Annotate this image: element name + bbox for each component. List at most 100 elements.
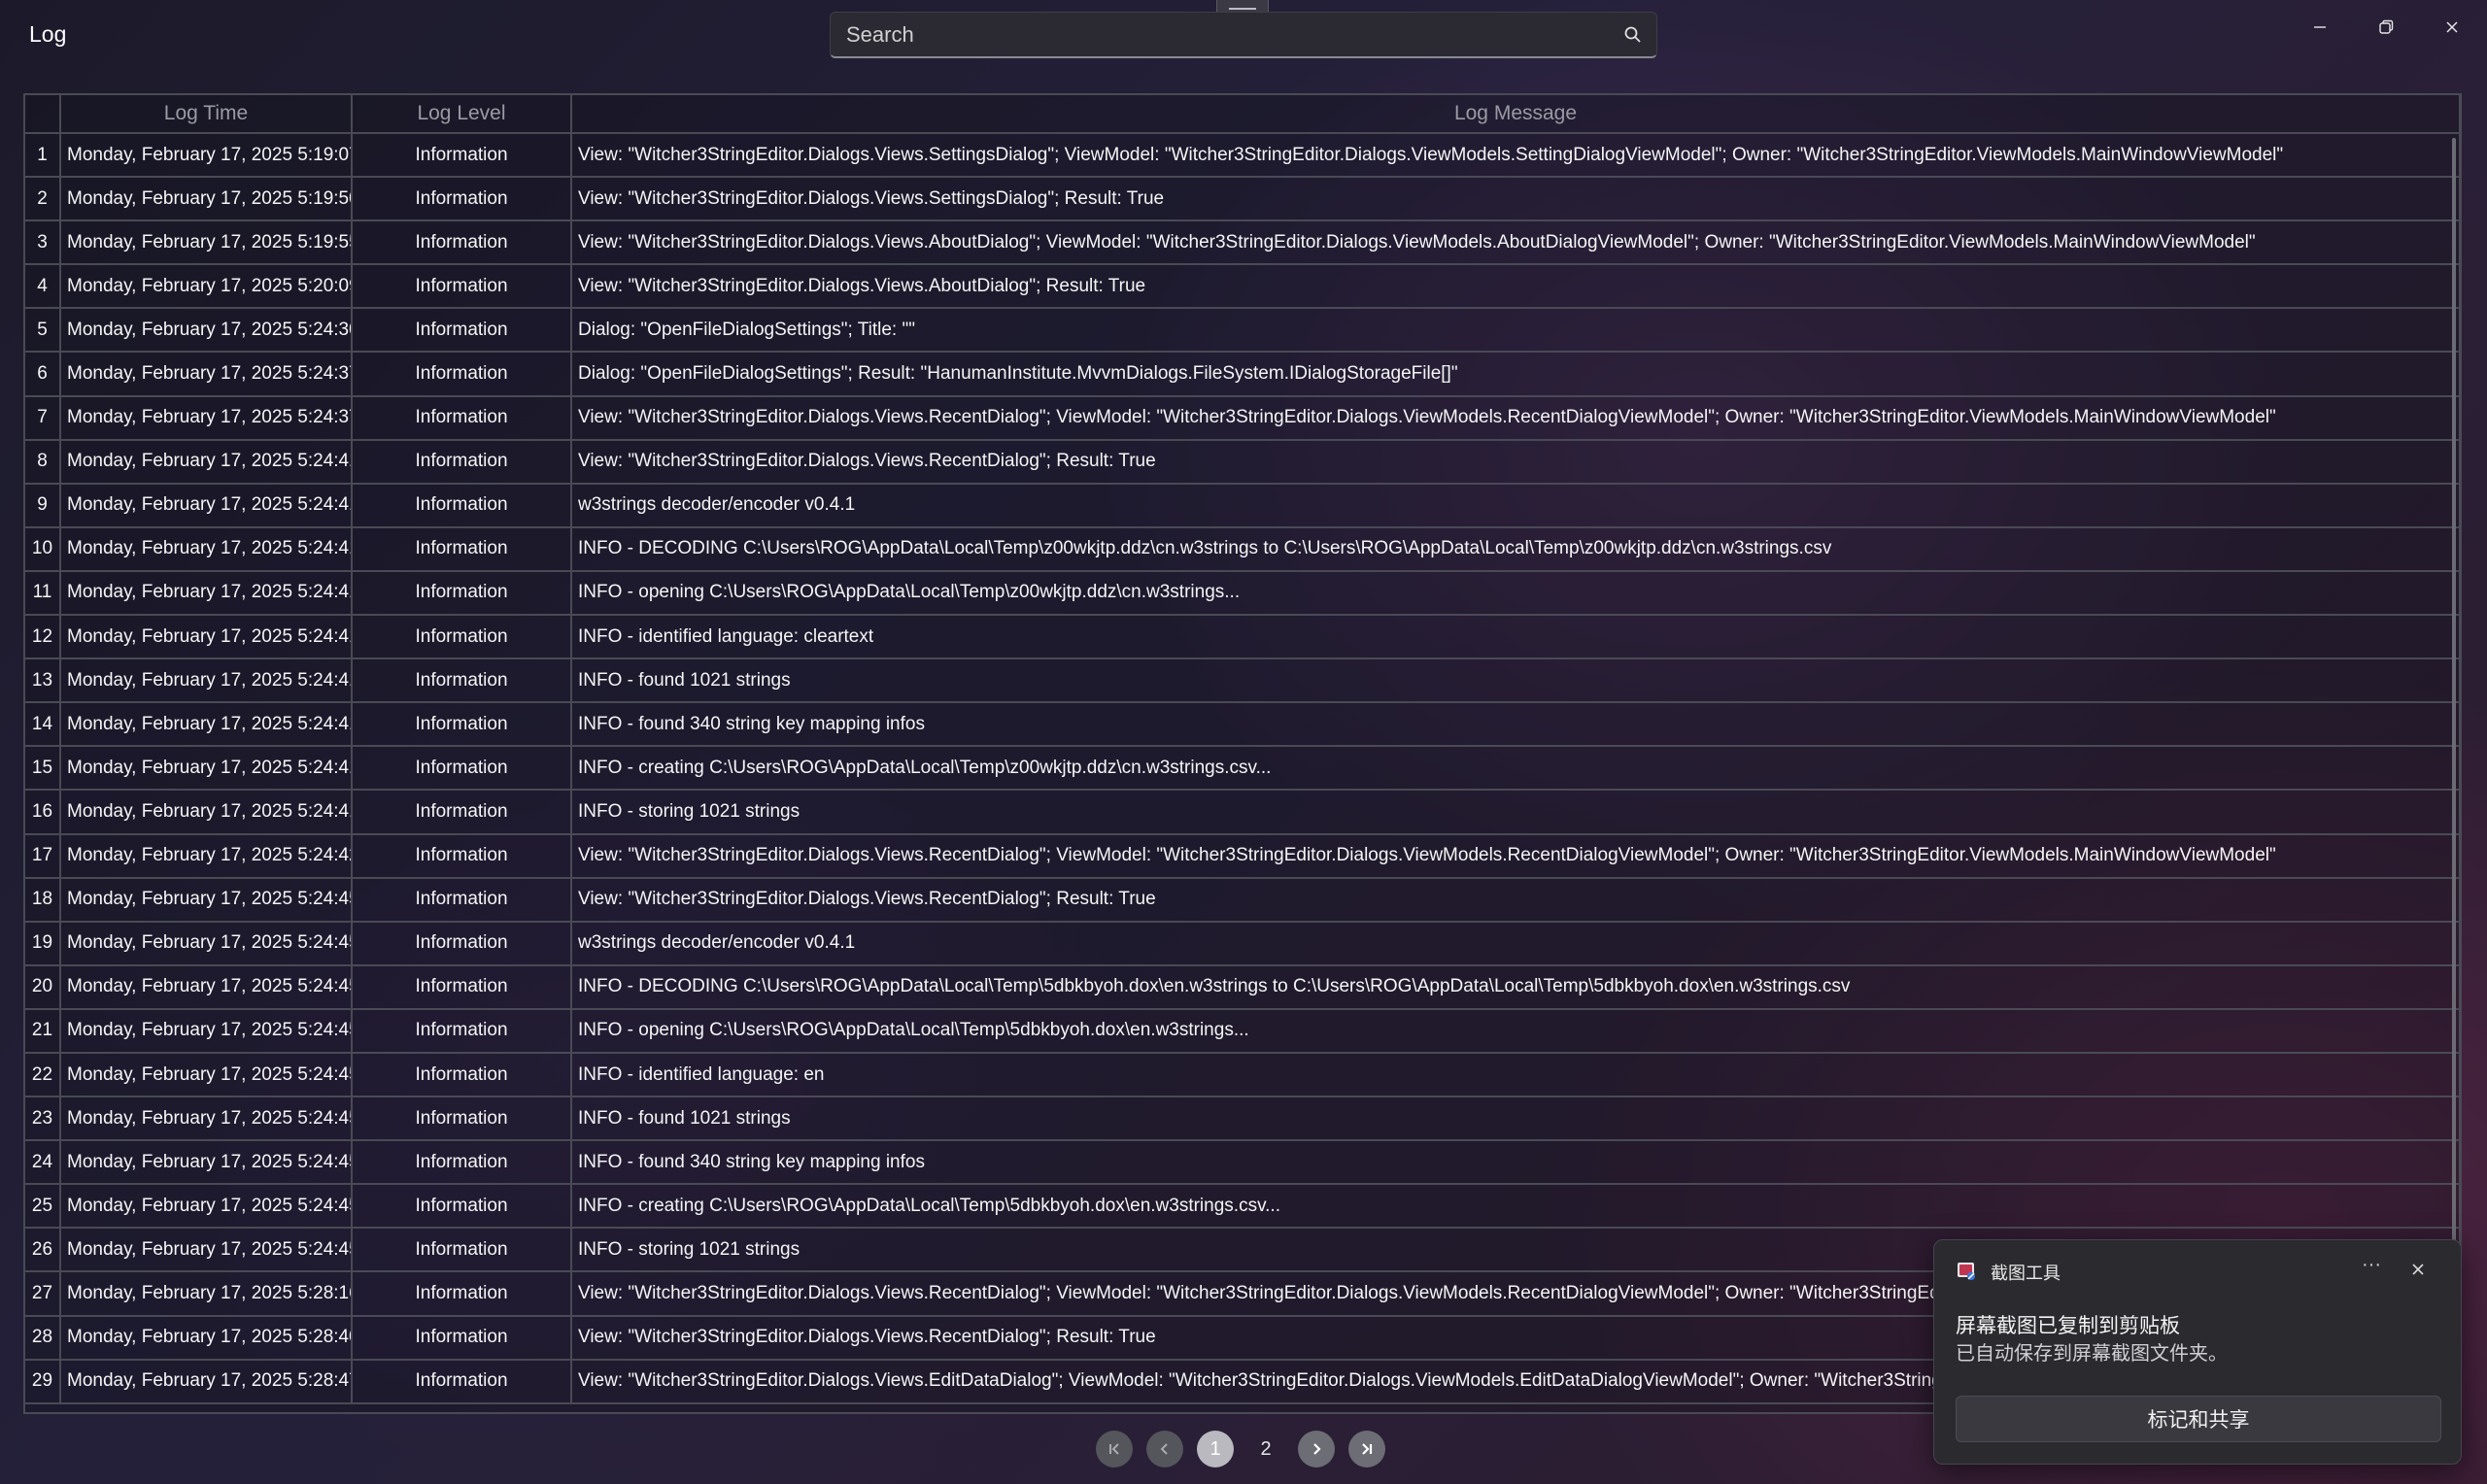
log-time-cell[interactable]: Monday, February 17, 2025 5:19:50 <box>60 177 353 222</box>
row-index[interactable]: 13 <box>25 658 61 704</box>
log-time-cell[interactable]: Monday, February 17, 2025 5:24:37 <box>60 395 353 441</box>
row-index[interactable]: 5 <box>25 308 61 354</box>
search-input[interactable] <box>844 13 1606 57</box>
search-box[interactable] <box>830 12 1657 58</box>
log-message-cell[interactable]: INFO - creating C:\Users\ROG\AppData\Loc… <box>571 746 2460 792</box>
table-row[interactable]: 8 Monday, February 17, 2025 5:24:41 Inform… <box>25 439 2460 485</box>
log-time-cell[interactable]: Monday, February 17, 2025 5:24:37 <box>60 352 353 397</box>
snipping-tool-notification[interactable]: 截图工具 ··· 屏幕截图已复制到剪贴板 已自动保存到屏幕截图文件夹。 标记和共… <box>1933 1239 2462 1465</box>
log-level-cell[interactable]: Information <box>352 264 572 310</box>
table-row[interactable]: 22 Monday, February 17, 2025 5:24:45 Infor… <box>25 1052 2460 1098</box>
log-grid[interactable]: Log Time Log Level Log Message 1 Monday, … <box>23 93 2462 1414</box>
log-time-cell[interactable]: Monday, February 17, 2025 5:24:45 <box>60 1052 353 1098</box>
row-index[interactable]: 4 <box>25 264 61 310</box>
log-time-cell[interactable]: Monday, February 17, 2025 5:28:16 <box>60 1271 353 1317</box>
row-index[interactable]: 9 <box>25 483 61 528</box>
table-row[interactable]: 20 Monday, February 17, 2025 5:24:45 Infor… <box>25 964 2460 1010</box>
log-time-cell[interactable]: Monday, February 17, 2025 5:19:07 <box>60 133 353 179</box>
row-index[interactable]: 23 <box>25 1096 61 1142</box>
restore-button[interactable] <box>2359 8 2413 47</box>
log-time-cell[interactable]: Monday, February 17, 2025 5:24:41 <box>60 658 353 704</box>
table-row[interactable]: 2 Monday, February 17, 2025 5:19:50 Inform… <box>25 177 2460 222</box>
log-message-cell[interactable]: View: "Witcher3StringEditor.Dialogs.View… <box>571 877 2460 923</box>
close-button[interactable] <box>2425 8 2479 47</box>
row-index[interactable]: 25 <box>25 1184 61 1230</box>
column-header-index[interactable] <box>25 95 61 134</box>
table-row[interactable]: 6 Monday, February 17, 2025 5:24:37 Inform… <box>25 352 2460 397</box>
log-level-cell[interactable]: Information <box>352 921 572 966</box>
log-message-cell[interactable]: View: "Witcher3StringEditor.Dialogs.View… <box>571 264 2460 310</box>
log-message-cell[interactable]: INFO - opening C:\Users\ROG\AppData\Loca… <box>571 570 2460 617</box>
log-time-cell[interactable]: Monday, February 17, 2025 5:24:41 <box>60 439 353 485</box>
log-level-cell[interactable]: Information <box>352 133 572 179</box>
log-time-cell[interactable]: Monday, February 17, 2025 5:28:40 <box>60 1315 353 1361</box>
log-time-cell[interactable]: Monday, February 17, 2025 5:24:45 <box>60 877 353 923</box>
log-level-cell[interactable]: Information <box>352 308 572 354</box>
log-message-cell[interactable]: INFO - DECODING C:\Users\ROG\AppData\Loc… <box>571 964 2460 1010</box>
log-time-cell[interactable]: Monday, February 17, 2025 5:24:41 <box>60 483 353 528</box>
log-level-cell[interactable]: Information <box>352 352 572 397</box>
vertical-scrollbar[interactable] <box>2452 138 2456 1400</box>
log-time-cell[interactable]: Monday, February 17, 2025 5:19:55 <box>60 220 353 266</box>
row-index[interactable]: 27 <box>25 1271 61 1317</box>
log-message-cell[interactable]: INFO - storing 1021 strings <box>571 790 2460 835</box>
row-index[interactable]: 14 <box>25 702 61 748</box>
row-index[interactable]: 20 <box>25 964 61 1010</box>
log-time-cell[interactable]: Monday, February 17, 2025 5:24:45 <box>60 921 353 966</box>
row-index[interactable]: 26 <box>25 1228 61 1273</box>
log-level-cell[interactable]: Information <box>352 220 572 266</box>
row-index[interactable]: 17 <box>25 833 61 879</box>
log-level-cell[interactable]: Information <box>352 570 572 617</box>
log-message-cell[interactable]: INFO - identified language: en <box>571 1052 2460 1098</box>
table-row[interactable]: 11 Monday, February 17, 2025 5:24:41 Infor… <box>25 570 2460 617</box>
column-header-log-level[interactable]: Log Level <box>352 95 572 134</box>
row-index[interactable]: 1 <box>25 133 61 179</box>
log-time-cell[interactable]: Monday, February 17, 2025 5:24:42 <box>60 833 353 879</box>
row-index[interactable]: 24 <box>25 1140 61 1186</box>
row-index[interactable]: 6 <box>25 352 61 397</box>
row-index[interactable]: 7 <box>25 395 61 441</box>
row-index[interactable]: 22 <box>25 1052 61 1098</box>
column-header-log-time[interactable]: Log Time <box>60 95 353 134</box>
table-row[interactable]: 19 Monday, February 17, 2025 5:24:45 Infor… <box>25 921 2460 966</box>
log-time-cell[interactable]: Monday, February 17, 2025 5:20:09 <box>60 264 353 310</box>
search-icon[interactable] <box>1623 25 1643 45</box>
log-time-cell[interactable]: Monday, February 17, 2025 5:24:41 <box>60 790 353 835</box>
log-message-cell[interactable]: View: "Witcher3StringEditor.Dialogs.View… <box>571 833 2460 879</box>
log-level-cell[interactable]: Information <box>352 177 572 222</box>
log-time-cell[interactable]: Monday, February 17, 2025 5:24:41 <box>60 526 353 572</box>
table-row[interactable]: 5 Monday, February 17, 2025 5:24:30 Inform… <box>25 308 2460 354</box>
log-time-cell[interactable]: Monday, February 17, 2025 5:24:45 <box>60 1184 353 1230</box>
next-page-button[interactable] <box>1298 1431 1335 1467</box>
log-message-cell[interactable]: INFO - found 1021 strings <box>571 658 2460 704</box>
log-level-cell[interactable]: Information <box>352 1096 572 1142</box>
table-row[interactable]: 10 Monday, February 17, 2025 5:24:41 Infor… <box>25 526 2460 572</box>
row-index[interactable]: 18 <box>25 877 61 923</box>
row-index[interactable]: 21 <box>25 1008 61 1054</box>
log-level-cell[interactable]: Information <box>352 658 572 704</box>
row-index[interactable]: 3 <box>25 220 61 266</box>
row-index[interactable]: 11 <box>25 570 61 617</box>
log-level-cell[interactable]: Information <box>352 1315 572 1361</box>
log-message-cell[interactable]: INFO - creating C:\Users\ROG\AppData\Loc… <box>571 1184 2460 1230</box>
log-level-cell[interactable]: Information <box>352 1008 572 1054</box>
table-row[interactable]: 12 Monday, February 17, 2025 5:24:41 Infor… <box>25 615 2460 660</box>
log-message-cell[interactable]: View: "Witcher3StringEditor.Dialogs.View… <box>571 133 2460 179</box>
row-index[interactable]: 28 <box>25 1315 61 1361</box>
log-level-cell[interactable]: Information <box>352 1228 572 1273</box>
log-time-cell[interactable]: Monday, February 17, 2025 5:24:45 <box>60 1008 353 1054</box>
log-message-cell[interactable]: View: "Witcher3StringEditor.Dialogs.View… <box>571 395 2460 441</box>
markup-and-share-button[interactable]: 标记和共享 <box>1956 1396 2441 1442</box>
table-row[interactable]: 17 Monday, February 17, 2025 5:24:42 Infor… <box>25 833 2460 879</box>
log-message-cell[interactable]: INFO - identified language: cleartext <box>571 615 2460 660</box>
table-row[interactable]: 14 Monday, February 17, 2025 5:24:41 Infor… <box>25 702 2460 748</box>
log-message-cell[interactable]: INFO - found 340 string key mapping info… <box>571 702 2460 748</box>
table-row[interactable]: 9 Monday, February 17, 2025 5:24:41 Inform… <box>25 483 2460 528</box>
table-row[interactable]: 21 Monday, February 17, 2025 5:24:45 Infor… <box>25 1008 2460 1054</box>
column-header-log-message[interactable]: Log Message <box>571 95 2460 134</box>
row-index[interactable]: 29 <box>25 1359 61 1404</box>
table-row[interactable]: 18 Monday, February 17, 2025 5:24:45 Infor… <box>25 877 2460 923</box>
log-time-cell[interactable]: Monday, February 17, 2025 5:24:45 <box>60 1140 353 1186</box>
table-row[interactable]: 15 Monday, February 17, 2025 5:24:41 Infor… <box>25 746 2460 792</box>
log-level-cell[interactable]: Information <box>352 702 572 748</box>
